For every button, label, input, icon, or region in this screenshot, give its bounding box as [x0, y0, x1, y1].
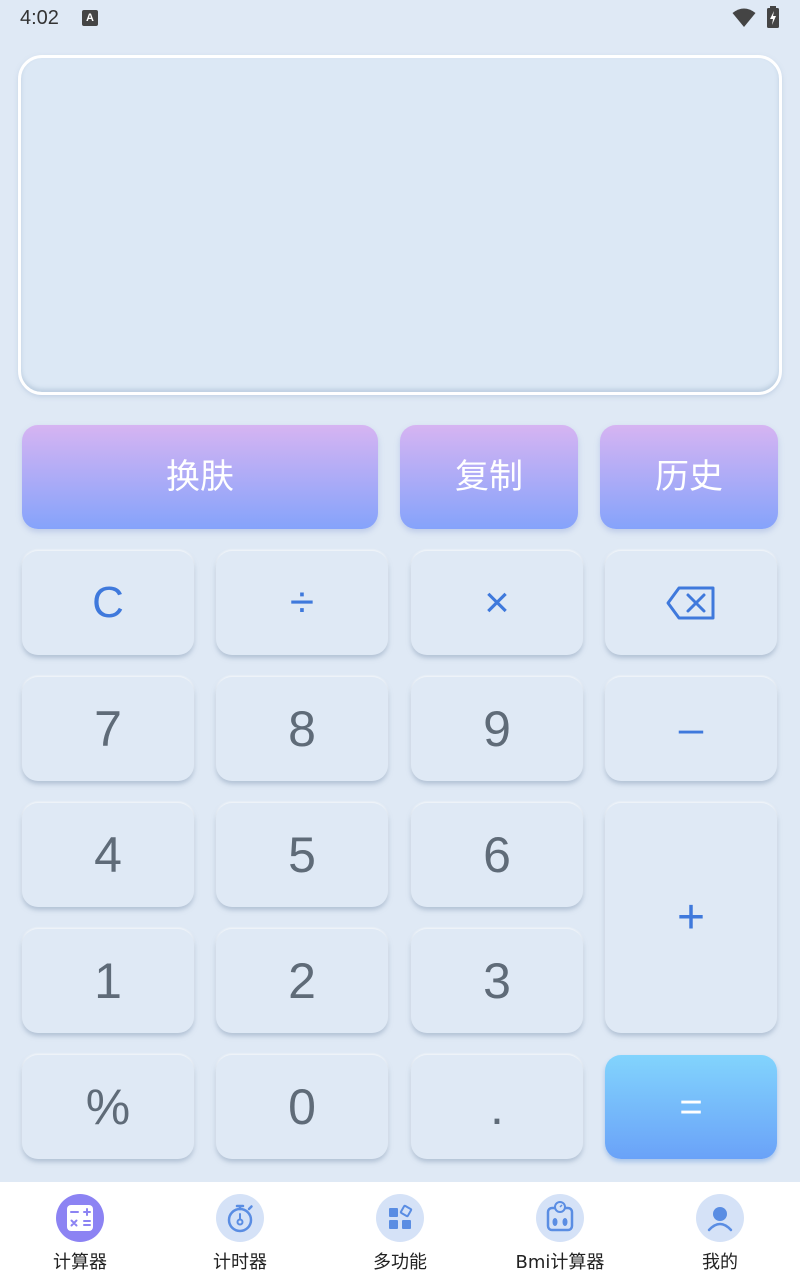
- clear-key[interactable]: C: [22, 551, 194, 655]
- minus-key[interactable]: –: [605, 677, 777, 781]
- calculator-icon: [56, 1194, 104, 1242]
- nav-label-calculator: 计算器: [53, 1252, 107, 1273]
- nav-item-calculator[interactable]: 计算器: [0, 1182, 160, 1280]
- backspace-icon: [666, 586, 715, 620]
- bottom-nav: 计算器 计时器 多功能 Bmi计算器 我的: [0, 1182, 800, 1280]
- two-key[interactable]: 2: [216, 929, 388, 1033]
- status-bar: 4:02 A: [0, 0, 800, 36]
- bmi-scale-icon: [536, 1194, 584, 1242]
- status-time: 4:02: [20, 7, 59, 29]
- eight-key[interactable]: 8: [216, 677, 388, 781]
- decimal-key[interactable]: .: [411, 1055, 583, 1159]
- six-key[interactable]: 6: [411, 803, 583, 907]
- backspace-key[interactable]: [605, 551, 777, 655]
- nav-item-timer[interactable]: 计时器: [160, 1182, 320, 1280]
- equals-key[interactable]: =: [605, 1055, 777, 1159]
- wifi-icon: [732, 8, 756, 27]
- nav-label-multifunction: 多功能: [373, 1252, 427, 1273]
- user-profile-icon: [696, 1194, 744, 1242]
- multiply-key[interactable]: ×: [411, 551, 583, 655]
- zero-key[interactable]: 0: [216, 1055, 388, 1159]
- nine-key[interactable]: 9: [411, 677, 583, 781]
- divide-key[interactable]: ÷: [216, 551, 388, 655]
- battery-icon: [767, 6, 779, 28]
- stopwatch-icon: [216, 1194, 264, 1242]
- copy-button[interactable]: 复制: [400, 425, 578, 529]
- nav-item-multifunction[interactable]: 多功能: [320, 1182, 480, 1280]
- nav-item-profile[interactable]: 我的: [640, 1182, 800, 1280]
- notification-icon: A: [82, 10, 98, 26]
- four-key[interactable]: 4: [22, 803, 194, 907]
- calculator-display: [18, 55, 782, 395]
- percent-key[interactable]: %: [22, 1055, 194, 1159]
- nav-label-profile: 我的: [702, 1252, 738, 1273]
- nav-label-bmi: Bmi计算器: [515, 1252, 605, 1273]
- five-key[interactable]: 5: [216, 803, 388, 907]
- history-button[interactable]: 历史: [600, 425, 778, 529]
- one-key[interactable]: 1: [22, 929, 194, 1033]
- nav-label-timer: 计时器: [213, 1252, 267, 1273]
- seven-key[interactable]: 7: [22, 677, 194, 781]
- three-key[interactable]: 3: [411, 929, 583, 1033]
- nav-item-bmi[interactable]: Bmi计算器: [480, 1182, 640, 1280]
- skin-button[interactable]: 换肤: [22, 425, 378, 529]
- plus-key[interactable]: +: [605, 803, 777, 1033]
- apps-grid-icon: [376, 1194, 424, 1242]
